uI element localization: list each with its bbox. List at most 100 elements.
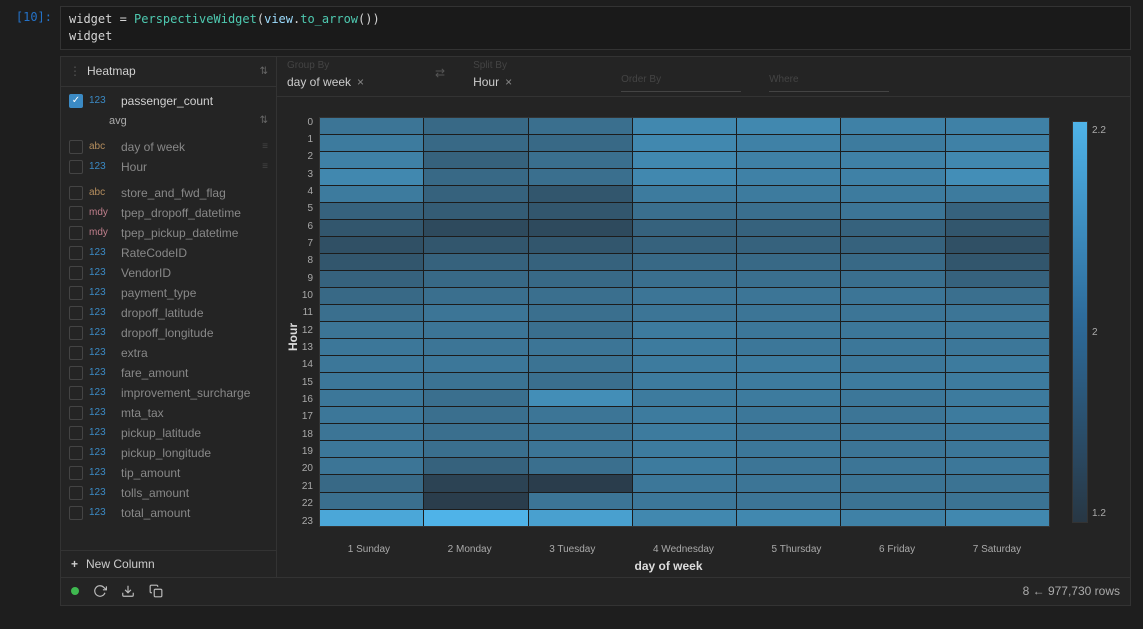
heatmap-cell[interactable] xyxy=(529,356,632,372)
heatmap-cell[interactable] xyxy=(320,510,423,526)
heatmap-cell[interactable] xyxy=(737,203,840,219)
heatmap-cell[interactable] xyxy=(529,254,632,270)
heatmap-cell[interactable] xyxy=(841,169,944,185)
column-item[interactable]: 123tip_amount xyxy=(61,463,276,483)
heatmap-cell[interactable] xyxy=(841,510,944,526)
heatmap-cell[interactable] xyxy=(424,458,527,474)
checkbox-icon[interactable] xyxy=(69,386,83,400)
heatmap-cell[interactable] xyxy=(737,288,840,304)
heatmap-cell[interactable] xyxy=(529,373,632,389)
heatmap-cell[interactable] xyxy=(633,475,736,491)
column-item[interactable]: 123improvement_surcharge xyxy=(61,383,276,403)
heatmap-cell[interactable] xyxy=(737,356,840,372)
checkbox-icon[interactable] xyxy=(69,326,83,340)
column-item[interactable]: mdytpep_dropoff_datetime xyxy=(61,203,276,223)
heatmap-cell[interactable] xyxy=(946,118,1049,134)
heatmap-cell[interactable] xyxy=(633,186,736,202)
heatmap-cell[interactable] xyxy=(424,220,527,236)
heatmap-cell[interactable] xyxy=(946,441,1049,457)
heatmap-cell[interactable] xyxy=(946,390,1049,406)
heatmap-cell[interactable] xyxy=(946,305,1049,321)
heatmap-cell[interactable] xyxy=(841,407,944,423)
column-item[interactable]: 123total_amount xyxy=(61,503,276,523)
heatmap-cell[interactable] xyxy=(737,305,840,321)
heatmap-cell[interactable] xyxy=(946,510,1049,526)
heatmap-cell[interactable] xyxy=(737,475,840,491)
heatmap-cell[interactable] xyxy=(424,305,527,321)
active-column[interactable]: ✓ 123 passenger_count xyxy=(61,91,276,111)
heatmap-cell[interactable] xyxy=(529,271,632,287)
heatmap-cell[interactable] xyxy=(633,305,736,321)
heatmap-cell[interactable] xyxy=(529,339,632,355)
heatmap-cell[interactable] xyxy=(633,339,736,355)
heatmap-cell[interactable] xyxy=(633,441,736,457)
heatmap-cell[interactable] xyxy=(841,186,944,202)
heatmap-cell[interactable] xyxy=(529,118,632,134)
heatmap-cell[interactable] xyxy=(424,441,527,457)
heatmap-cell[interactable] xyxy=(946,339,1049,355)
heatmap-cell[interactable] xyxy=(737,493,840,509)
heatmap-cell[interactable] xyxy=(529,510,632,526)
column-item[interactable]: mdytpep_pickup_datetime xyxy=(61,223,276,243)
heatmap-cell[interactable] xyxy=(529,220,632,236)
heatmap-cell[interactable] xyxy=(320,356,423,372)
checkbox-icon[interactable] xyxy=(69,186,83,200)
column-item[interactable]: abcday of week≡ xyxy=(61,137,276,157)
heatmap-cell[interactable] xyxy=(424,169,527,185)
checkbox-icon[interactable] xyxy=(69,466,83,480)
heatmap-cell[interactable] xyxy=(737,390,840,406)
heatmap-cell[interactable] xyxy=(633,203,736,219)
heatmap-cell[interactable] xyxy=(529,390,632,406)
heatmap-cell[interactable] xyxy=(737,169,840,185)
column-item[interactable]: 123extra xyxy=(61,343,276,363)
heatmap-cell[interactable] xyxy=(841,493,944,509)
column-item[interactable]: 123tolls_amount xyxy=(61,483,276,503)
column-item[interactable]: 123Hour≡ xyxy=(61,157,276,177)
heatmap-cell[interactable] xyxy=(946,356,1049,372)
order-by-shelf[interactable]: Order By xyxy=(621,74,741,96)
checkbox-icon[interactable] xyxy=(69,140,83,154)
heatmap-cell[interactable] xyxy=(841,237,944,253)
checkbox-icon[interactable] xyxy=(69,366,83,380)
heatmap-cell[interactable] xyxy=(633,493,736,509)
heatmap-cell[interactable] xyxy=(529,203,632,219)
heatmap-cell[interactable] xyxy=(529,475,632,491)
heatmap-cell[interactable] xyxy=(424,135,527,151)
heatmap-cell[interactable] xyxy=(529,169,632,185)
heatmap-cell[interactable] xyxy=(424,118,527,134)
checkbox-icon[interactable] xyxy=(69,446,83,460)
checkbox-icon[interactable] xyxy=(69,160,83,174)
heatmap-cell[interactable] xyxy=(320,322,423,338)
view-type-select[interactable]: Heatmap xyxy=(87,64,254,78)
heatmap-cell[interactable] xyxy=(633,118,736,134)
heatmap-cell[interactable] xyxy=(529,135,632,151)
heatmap-cell[interactable] xyxy=(633,237,736,253)
heatmap-cell[interactable] xyxy=(633,424,736,440)
column-item[interactable]: 123dropoff_latitude xyxy=(61,303,276,323)
drag-handle-icon[interactable]: ≡ xyxy=(262,141,268,152)
heatmap-cell[interactable] xyxy=(737,237,840,253)
heatmap-cell[interactable] xyxy=(946,169,1049,185)
heatmap-cell[interactable] xyxy=(633,510,736,526)
column-item[interactable]: abcstore_and_fwd_flag xyxy=(61,183,276,203)
heatmap-cell[interactable] xyxy=(320,441,423,457)
heatmap-cell[interactable] xyxy=(633,152,736,168)
heatmap-cell[interactable] xyxy=(946,373,1049,389)
close-icon[interactable]: × xyxy=(505,75,512,89)
heatmap-cell[interactable] xyxy=(946,458,1049,474)
heatmap-cell[interactable] xyxy=(424,390,527,406)
drag-handle-icon[interactable]: ≡ xyxy=(262,161,268,172)
heatmap-cell[interactable] xyxy=(424,288,527,304)
heatmap-cell[interactable] xyxy=(320,458,423,474)
heatmap-cell[interactable] xyxy=(424,424,527,440)
heatmap-cell[interactable] xyxy=(633,373,736,389)
column-list[interactable]: ✓ 123 passenger_count avg ⇅ abcday of we… xyxy=(61,87,276,550)
heatmap-cell[interactable] xyxy=(320,220,423,236)
heatmap-cell[interactable] xyxy=(737,118,840,134)
heatmap-cell[interactable] xyxy=(320,475,423,491)
refresh-icon[interactable] xyxy=(93,584,107,598)
heatmap-cell[interactable] xyxy=(424,322,527,338)
heatmap-cell[interactable] xyxy=(424,475,527,491)
heatmap-cell[interactable] xyxy=(946,220,1049,236)
heatmap-cell[interactable] xyxy=(529,458,632,474)
